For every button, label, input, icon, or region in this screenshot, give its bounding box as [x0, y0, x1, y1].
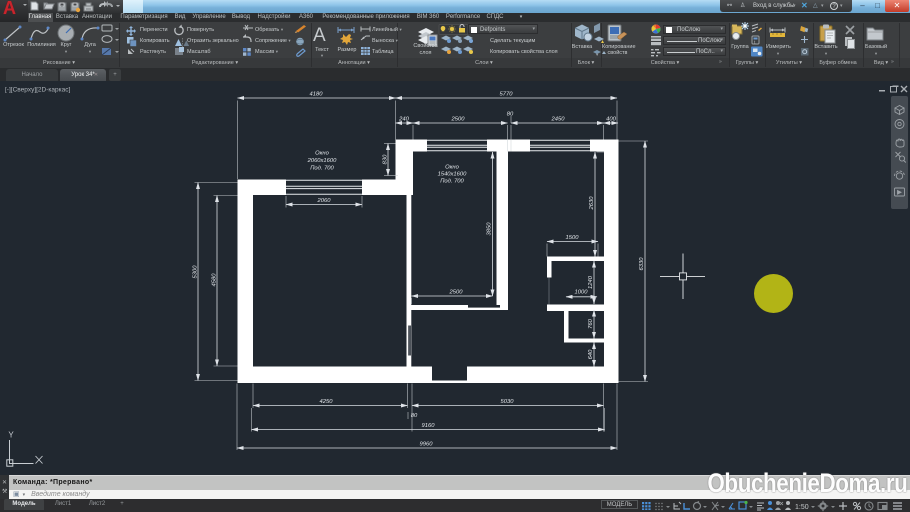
svg-text:2060х1600: 2060х1600: [307, 158, 337, 164]
svg-text:640: 640: [588, 349, 594, 359]
svg-text:Y: Y: [8, 431, 14, 440]
svg-text:Под. 700: Под. 700: [310, 166, 334, 172]
svg-text:4250: 4250: [320, 399, 334, 405]
svg-text:5300: 5300: [193, 265, 199, 279]
svg-text:Окно: Окно: [445, 165, 459, 171]
svg-text:Окно: Окно: [315, 151, 329, 157]
svg-text:5770: 5770: [500, 92, 514, 98]
svg-text:1500: 1500: [566, 235, 580, 241]
svg-text:400: 400: [606, 117, 616, 123]
svg-text:80: 80: [507, 112, 514, 118]
svg-text:Под. 700: Под. 700: [440, 179, 464, 185]
svg-text:240: 240: [398, 117, 409, 123]
svg-text:[-][Сверху][2D-каркас]: [-][Сверху][2D-каркас]: [5, 87, 70, 94]
svg-text:80: 80: [411, 413, 418, 419]
svg-text:1240: 1240: [588, 275, 594, 289]
svg-text:830: 830: [383, 154, 389, 164]
svg-text:9160: 9160: [422, 423, 436, 429]
svg-text:9960: 9960: [420, 442, 434, 448]
svg-text:2500: 2500: [449, 290, 464, 296]
svg-text:4180: 4180: [310, 92, 324, 98]
svg-text:1000: 1000: [575, 290, 589, 296]
svg-text:6330: 6330: [639, 257, 645, 271]
svg-text:5030: 5030: [501, 399, 515, 405]
svg-text:2060: 2060: [317, 198, 332, 204]
svg-text:1:50: 1:50: [795, 504, 809, 511]
svg-text:1540х1600: 1540х1600: [438, 172, 467, 178]
svg-text:2500: 2500: [451, 117, 466, 123]
svg-text:4580: 4580: [212, 273, 218, 287]
svg-text:А: А: [313, 25, 326, 46]
svg-text:760: 760: [588, 318, 594, 328]
svg-text:2450: 2450: [551, 117, 566, 123]
svg-text:2630: 2630: [589, 196, 595, 211]
svg-text:3850: 3850: [487, 222, 493, 236]
